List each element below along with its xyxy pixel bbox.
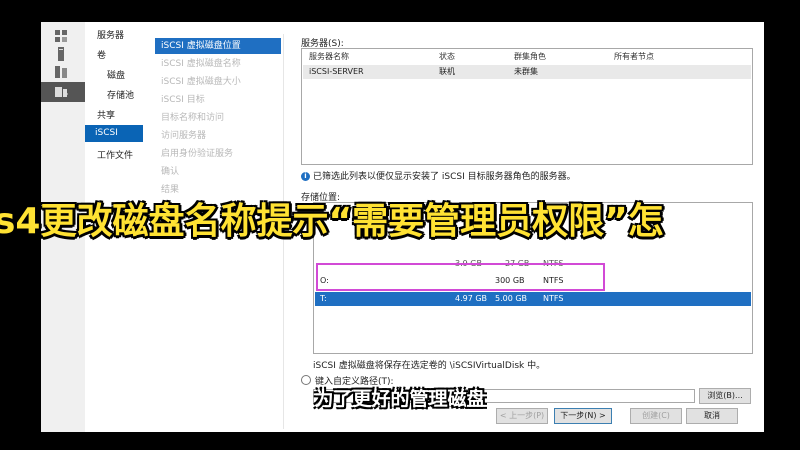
volume-free-cell: 4.97 GB bbox=[455, 294, 488, 303]
table-row[interactable]: iSCSI-SERVER 联机 未群集 bbox=[303, 65, 751, 79]
volume-capacity-cell: 5.00 GB bbox=[495, 294, 528, 303]
info-icon: i bbox=[301, 172, 310, 181]
video-subtitle-caption: 为了更好的管理磁盘 bbox=[314, 388, 486, 410]
server-role-cell: 未群集 bbox=[514, 67, 538, 76]
server-name-cell: iSCSI-SERVER bbox=[309, 67, 364, 76]
local-server-icon[interactable] bbox=[53, 46, 69, 62]
video-title-caption: s4更改磁盘名称提示“需要管理员权限”怎 bbox=[0, 201, 664, 242]
volume-capacity-cell: 27 GB bbox=[505, 259, 530, 268]
col-owner-node[interactable]: 所有者节点 bbox=[614, 51, 654, 62]
step-iscsi-target: iSCSI 目标 bbox=[161, 95, 205, 105]
volume-fs-cell: NTFS bbox=[543, 276, 564, 285]
tree-item-volumes[interactable]: 卷 bbox=[97, 48, 106, 61]
volume-fs-cell: NTFS bbox=[543, 294, 564, 303]
volume-free-cell: 3.9 GB bbox=[455, 259, 482, 268]
step-virtual-disk-location[interactable]: iSCSI 虚拟磁盘位置 bbox=[155, 38, 281, 54]
col-cluster-role[interactable]: 群集角色 bbox=[514, 51, 546, 62]
tree-item-disks[interactable]: 磁盘 bbox=[107, 68, 125, 81]
step-virtual-disk-name: iSCSI 虚拟磁盘名称 bbox=[161, 59, 241, 69]
tree-item-iscsi[interactable]: iSCSI bbox=[85, 125, 143, 142]
server-filter-text: 已筛选此列表以便仅显示安装了 iSCSI 目标服务器角色的服务器。 bbox=[313, 172, 576, 182]
volume-capacity-cell: 300 GB bbox=[495, 276, 525, 285]
col-status[interactable]: 状态 bbox=[439, 51, 455, 62]
server-status-cell: 联机 bbox=[439, 67, 455, 76]
path-note: iSCSI 虚拟磁盘将保存在选定卷的 \iSCSIVirtualDisk 中。 bbox=[313, 361, 546, 371]
step-target-name-access: 目标名称和访问 bbox=[161, 113, 225, 123]
tree-item-storage-pools[interactable]: 存储池 bbox=[107, 88, 134, 101]
table-row[interactable]: 3.9 GB 27 GB NTFS bbox=[315, 257, 751, 271]
all-servers-icon[interactable] bbox=[53, 64, 69, 80]
col-server-name[interactable]: 服务器名称 bbox=[309, 51, 349, 62]
step-confirm: 确认 bbox=[161, 167, 180, 177]
file-storage-services-icon[interactable] bbox=[41, 82, 85, 102]
tree-item-servers[interactable]: 服务器 bbox=[97, 28, 124, 41]
volume-fs-cell: NTFS bbox=[543, 259, 564, 268]
step-access-servers: 访问服务器 bbox=[161, 131, 207, 141]
server-filter-info: i 已筛选此列表以便仅显示安装了 iSCSI 目标服务器角色的服务器。 bbox=[301, 169, 576, 182]
tree-item-shares[interactable]: 共享 bbox=[97, 108, 115, 121]
volume-letter-cell: O: bbox=[320, 276, 329, 285]
step-enable-auth: 启用身份验证服务 bbox=[161, 149, 234, 159]
table-row-selected[interactable]: T: 4.97 GB 5.00 GB NTFS bbox=[315, 292, 751, 306]
volume-letter-cell: T: bbox=[320, 294, 327, 303]
step-virtual-disk-size: iSCSI 虚拟磁盘大小 bbox=[161, 77, 241, 87]
tree-item-work-folders[interactable]: 工作文件 bbox=[97, 148, 133, 161]
dashboard-icon[interactable] bbox=[53, 28, 69, 44]
table-row[interactable]: O: 300 GB NTFS bbox=[315, 274, 751, 288]
server-table[interactable]: 服务器名称 状态 群集角色 所有者节点 iSCSI-SERVER 联机 未群集 bbox=[301, 48, 753, 165]
